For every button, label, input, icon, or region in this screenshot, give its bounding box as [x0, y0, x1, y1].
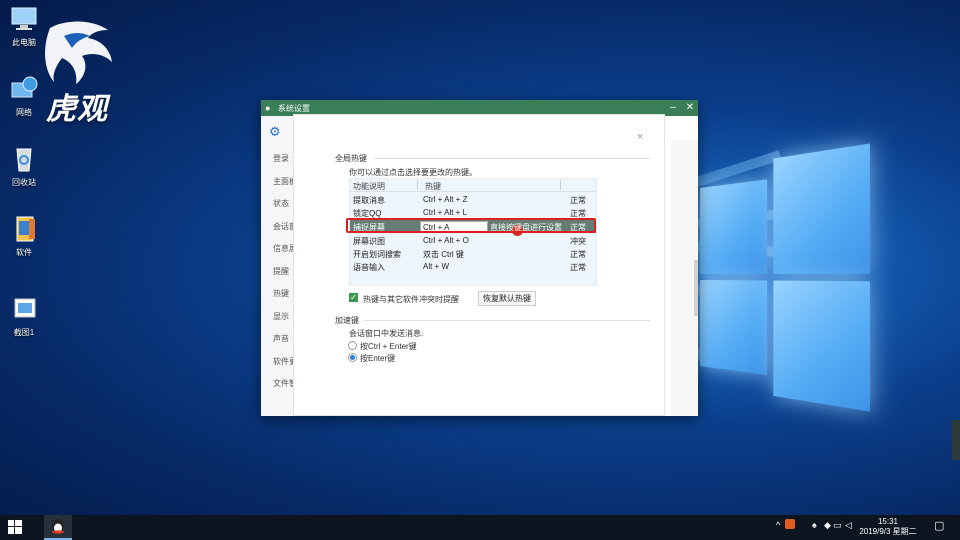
close-button[interactable]: ✕: [683, 101, 697, 115]
column-separator: [560, 180, 561, 190]
row-function: 提取消息: [353, 196, 385, 205]
desktop-icon-recycle-bin[interactable]: 回收站: [0, 145, 48, 188]
desktop-icon-label: 截图1: [13, 328, 35, 337]
tray-qq-icon[interactable]: ♠: [812, 520, 817, 530]
desktop-icon-screenshot[interactable]: 截图1: [0, 295, 48, 338]
row-function: 语音输入: [353, 263, 385, 272]
network-icon: [9, 75, 39, 103]
row-hotkey: Alt + W: [423, 262, 450, 271]
qq-penguin-icon: ●: [265, 103, 271, 113]
table-row[interactable]: 开启划词搜索 双击 Ctrl 键 正常: [350, 247, 596, 260]
tray-chevron-icon[interactable]: ^: [776, 520, 780, 530]
section-divider: [374, 158, 650, 159]
row-hotkey: Ctrl + Alt + Z: [423, 195, 468, 204]
folder-icon: [9, 215, 39, 243]
row-status: 冲突: [570, 237, 586, 246]
hotkey-settings-panel: × 全局热键 你可以通过点击选择要更改的热键。 功能说明 热键 提取消息 Ctr…: [294, 115, 664, 415]
row-hotkey: 双击 Ctrl 键: [423, 250, 464, 259]
settings-sidebar: ⚙ 登录 主面板 状态 会话窗口 信息展示 提醒 热键 显示 声音 软件更新 文…: [261, 116, 305, 416]
windows-logo-wallpaper: [700, 131, 871, 419]
volume-icon[interactable]: ◁: [845, 520, 852, 531]
radio-ctrl-enter-label: 按Ctrl + Enter键: [360, 342, 417, 351]
clock-time: 15:31: [877, 517, 899, 526]
scrollbar[interactable]: [694, 260, 698, 316]
desktop-icon-this-pc[interactable]: 此电脑: [0, 5, 48, 48]
table-row[interactable]: 提取消息 Ctrl + Alt + Z 正常: [350, 193, 596, 206]
brand-logo: 虎观: [42, 18, 122, 128]
section-divider: [364, 320, 650, 321]
desktop-icon-software[interactable]: 软件: [0, 215, 48, 258]
computer-icon: [9, 5, 39, 33]
sidebar-item-display[interactable]: 显示: [273, 311, 289, 322]
window-title: 系统设置: [278, 104, 310, 113]
clock-date: 2019/9/3 星期二: [859, 527, 917, 536]
row-hotkey: Ctrl + Alt + L: [423, 208, 468, 217]
row-status: 正常: [570, 196, 586, 205]
header-divider: [350, 191, 596, 192]
image-file-icon: [9, 295, 39, 323]
highlight-box: [346, 218, 596, 233]
sidebar-item-status[interactable]: 状态: [273, 198, 289, 209]
sidebar-item-sound[interactable]: 声音: [273, 333, 289, 344]
panel-close-icon[interactable]: ×: [637, 131, 643, 143]
side-widget: [952, 420, 960, 460]
row-status: 正常: [570, 250, 586, 259]
hotkey-description: 你可以通过点击选择要更改的热键。: [349, 168, 477, 177]
desktop-icon-label: 网络: [16, 108, 32, 117]
conflict-reminder-checkbox[interactable]: ✓: [349, 293, 358, 302]
conflict-reminder-label: 热键与其它软件冲突时提醒: [363, 295, 459, 304]
notification-icon[interactable]: ▢: [934, 519, 944, 532]
radio-enter-label: 按Enter键: [360, 354, 396, 363]
table-row[interactable]: 语音输入 Alt + W 正常: [350, 260, 596, 273]
radio-enter[interactable]: [348, 353, 357, 362]
windows-start-icon[interactable]: [8, 520, 22, 534]
table-row[interactable]: 屏幕识图 Ctrl + Alt + O 冲突: [350, 234, 596, 247]
sidebar-item-hotkeys[interactable]: 热键: [273, 288, 289, 299]
section-title-accelerator: 加速键: [335, 316, 359, 325]
taskbar: ^ ♠ ◆ ▭ ◁ 15:31 2019/9/3 星期二 ▢: [0, 515, 960, 540]
tray-app-icon[interactable]: [785, 519, 795, 529]
row-function: 开启划词搜索: [353, 250, 401, 259]
row-status: 正常: [570, 263, 586, 272]
radio-ctrl-enter[interactable]: [348, 341, 357, 350]
brand-text: 虎观: [46, 92, 108, 127]
section-title-global-hotkeys: 全局热键: [335, 154, 367, 163]
recycle-bin-icon: [9, 145, 39, 173]
desktop-icon-label: 软件: [16, 248, 32, 257]
tray-shield-icon[interactable]: ◆: [824, 520, 831, 531]
sidebar-item-reminder[interactable]: 提醒: [273, 266, 289, 277]
sidebar-item-login[interactable]: 登录: [273, 153, 289, 164]
restore-default-hotkeys-button[interactable]: 恢复默认热键: [478, 291, 536, 306]
column-separator: [417, 180, 418, 190]
desktop-icon-label: 回收站: [12, 178, 36, 187]
window-titlebar[interactable]: ● 系统设置 – ✕: [261, 100, 698, 116]
desktop-icon-network[interactable]: 网络: [0, 75, 48, 118]
minimize-button[interactable]: –: [666, 101, 680, 115]
network-status-icon[interactable]: ▭: [833, 520, 842, 531]
row-function: 屏幕识图: [353, 237, 385, 246]
taskbar-clock[interactable]: 15:31 2019/9/3 星期二: [858, 517, 918, 537]
row-hotkey: Ctrl + Alt + O: [423, 236, 469, 245]
desktop-icon-label: 此电脑: [12, 38, 36, 47]
qq-penguin-icon: [52, 519, 64, 534]
gear-icon: ⚙: [269, 124, 281, 139]
taskbar-qq-button[interactable]: [44, 515, 72, 540]
send-message-prompt: 会话窗口中发送消息:: [349, 329, 424, 338]
